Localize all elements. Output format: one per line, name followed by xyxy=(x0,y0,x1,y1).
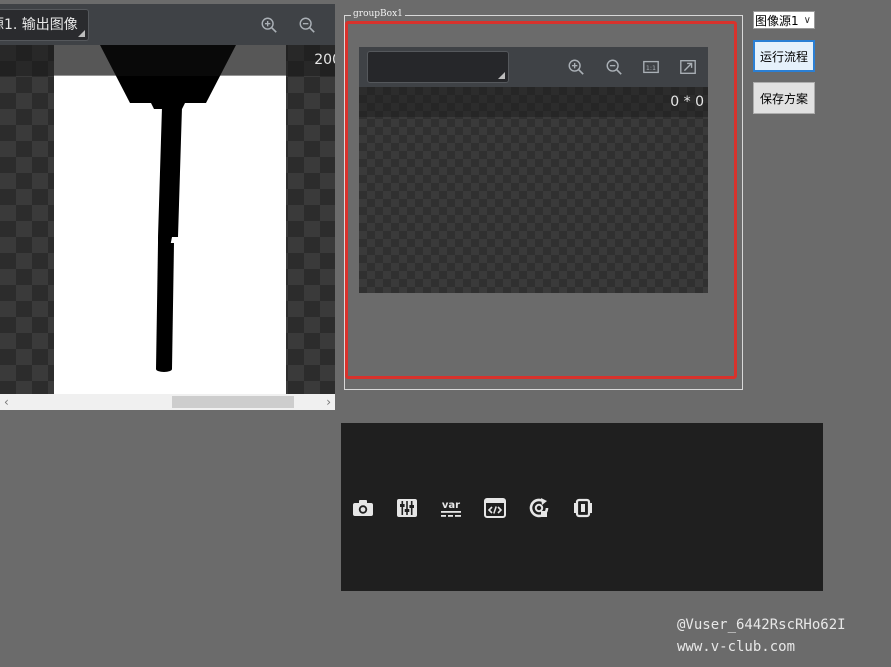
run-flow-button-label: 运行流程 xyxy=(759,49,808,64)
zoom-in-icon[interactable] xyxy=(258,14,280,36)
group-box-title: groupBox1 xyxy=(351,8,405,20)
watermark: @Vuser_6442RscRHo62I www.v-club.com xyxy=(677,614,846,658)
image-source-combo[interactable]: 源1. 输出图像 xyxy=(0,9,89,41)
sliders-icon[interactable] xyxy=(394,496,420,520)
variable-icon[interactable]: var xyxy=(438,496,464,520)
chevron-down-icon: ∨ xyxy=(803,15,811,26)
output-image-viewer: 200 源1. 输出图像 ‹ › xyxy=(0,4,335,410)
part-silhouette-image xyxy=(54,45,286,394)
image-info-bar: 200 xyxy=(0,45,335,76)
tool-panel: var xyxy=(341,423,823,591)
coordinate-readout: 200 xyxy=(314,52,335,68)
variable-icon-text: var xyxy=(442,500,460,511)
image-source-select[interactable]: 图像源1 ∨ xyxy=(753,11,815,29)
run-flow-button[interactable]: 运行流程 xyxy=(753,40,815,72)
combo-corner-icon xyxy=(78,30,85,37)
watermark-site: www.v-club.com xyxy=(677,639,796,655)
save-scheme-button-label: 保存方案 xyxy=(759,91,808,106)
highlight-annotation-rect xyxy=(345,21,737,379)
scrollbar-thumb[interactable] xyxy=(172,396,294,408)
script-icon[interactable] xyxy=(482,496,508,520)
image-source-select-value: 图像源1 xyxy=(755,14,799,28)
image-source-combo-label: 源1. 输出图像 xyxy=(0,17,78,33)
device-icon[interactable] xyxy=(570,496,596,520)
watermark-user: @Vuser_6442RscRHo62I xyxy=(677,617,846,633)
viewer-toolbar: 源1. 输出图像 xyxy=(0,4,335,45)
horizontal-scrollbar[interactable]: ‹ › xyxy=(0,394,335,410)
camera-icon[interactable] xyxy=(350,496,376,520)
scroll-left-arrow-icon[interactable]: ‹ xyxy=(4,394,9,410)
zoom-out-icon[interactable] xyxy=(296,14,318,36)
scroll-right-arrow-icon[interactable]: › xyxy=(326,394,331,410)
save-scheme-button[interactable]: 保存方案 xyxy=(753,82,815,114)
image-canvas[interactable] xyxy=(0,45,335,394)
cycle-icon[interactable] xyxy=(526,496,552,520)
